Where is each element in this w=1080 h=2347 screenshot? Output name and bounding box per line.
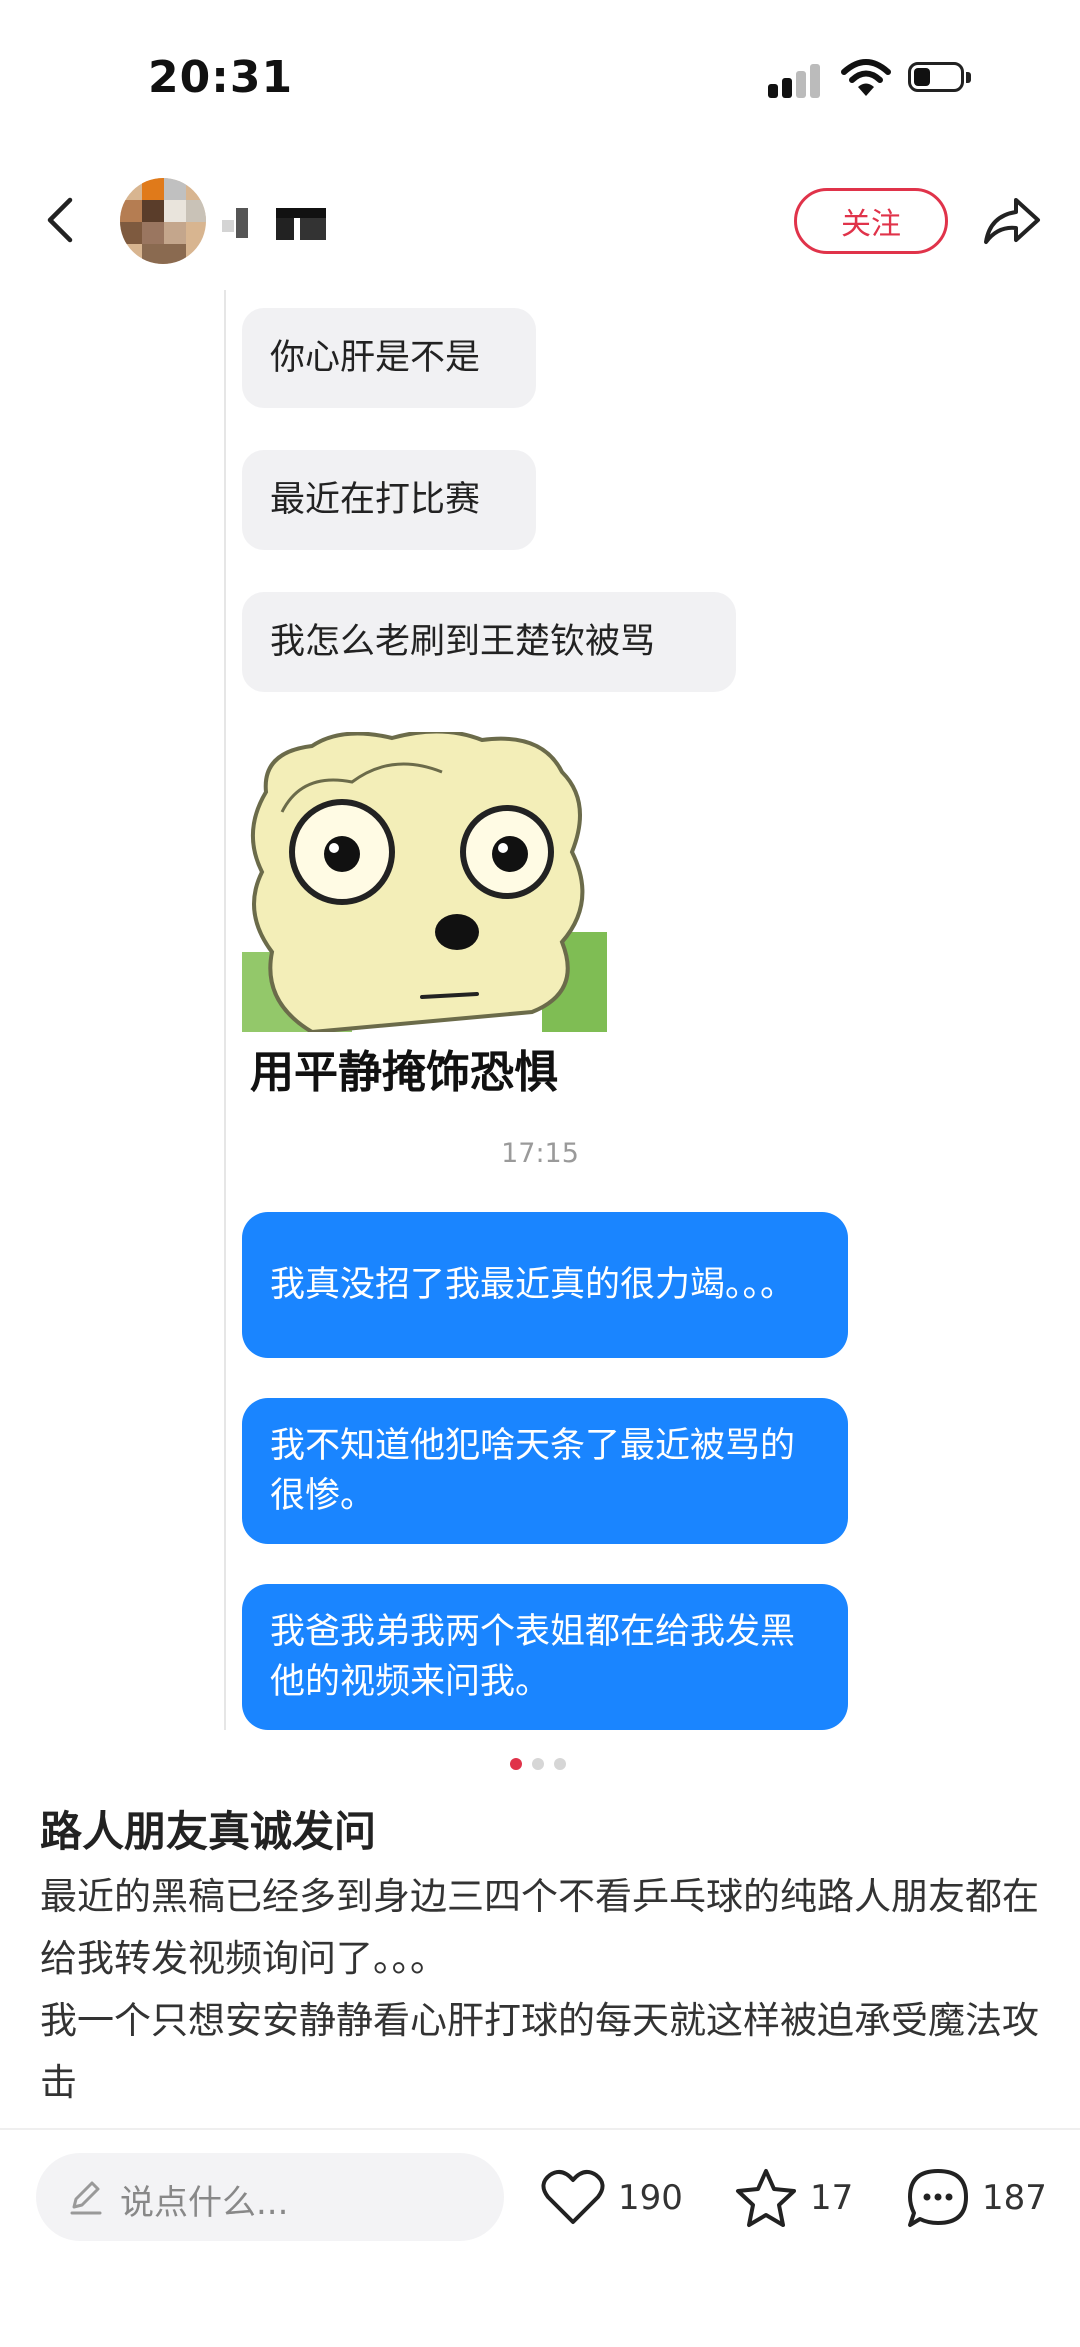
heart-icon [541,2169,605,2224]
status-time: 20:31 [148,52,294,103]
incoming-message: 最近在打比赛 [242,450,536,550]
image-pagination-dots [506,1758,576,1772]
sticker-image [242,729,607,1035]
like-button[interactable]: 190 [540,2160,683,2236]
battery-icon [908,62,972,94]
outgoing-message: 我不知道他犯啥天条了最近被骂的很惨。 [242,1398,848,1544]
star-icon [736,2169,796,2227]
back-button[interactable] [36,188,88,252]
share-icon [984,198,1040,244]
sticker-caption: 用平静掩饰恐惧 [250,1047,558,1098]
post-header: 关注 [0,160,1080,280]
pagination-dot-active [510,1758,522,1770]
incoming-message: 你心肝是不是 [242,308,536,408]
wifi-icon [840,58,892,98]
chevron-left-icon [47,197,73,243]
comment-placeholder: 说点什么... [120,2183,289,2223]
post-paragraph: 最近的黑稿已经多到身边三四个不看乒乓球的纯路人朋友都在给我转发视频询问了。。。 [40,1875,1039,1980]
post-body: 最近的黑稿已经多到身边三四个不看乒乓球的纯路人朋友都在给我转发视频询问了。。。 … [40,1866,1050,2114]
collect-button[interactable]: 17 [734,2160,853,2236]
avatar[interactable] [120,178,206,264]
post-title: 路人朋友真诚发问 [40,1807,377,1856]
cellular-signal-icon [768,62,824,98]
outgoing-message: 我爸我弟我两个表姐都在给我发黑他的视频来问我。 [242,1584,848,1730]
follow-button[interactable]: 关注 [794,188,948,254]
divider [224,290,226,1730]
like-count: 190 [618,2178,683,2218]
comment-count: 187 [982,2178,1047,2218]
comment-input[interactable]: 说点什么... [36,2153,504,2241]
outgoing-message: 我真没招了我最近真的很力竭。。。 [242,1212,848,1358]
divider [0,2128,1080,2130]
post-image-chat-screenshot[interactable]: 你心肝是不是 最近在打比赛 我怎么老刷到王楚钦被骂 用平静掩饰恐惧 17:15 … [0,284,1080,1750]
status-bar: 20:31 [0,0,1080,160]
comment-bubble-icon [908,2169,968,2227]
message-timestamp: 17:15 [501,1138,579,1169]
pencil-icon [66,2177,106,2217]
comment-button[interactable]: 187 [906,2160,1047,2236]
pagination-dot [554,1758,566,1770]
incoming-message: 我怎么老刷到王楚钦被骂 [242,592,736,692]
pagination-dot [532,1758,544,1770]
collect-count: 17 [810,2178,854,2218]
share-button[interactable] [978,188,1044,254]
post-paragraph: 我一个只想安安静静看心肝打球的每天就这样被迫承受魔法攻击 [40,1999,1039,2104]
username-redacted[interactable] [222,208,330,242]
